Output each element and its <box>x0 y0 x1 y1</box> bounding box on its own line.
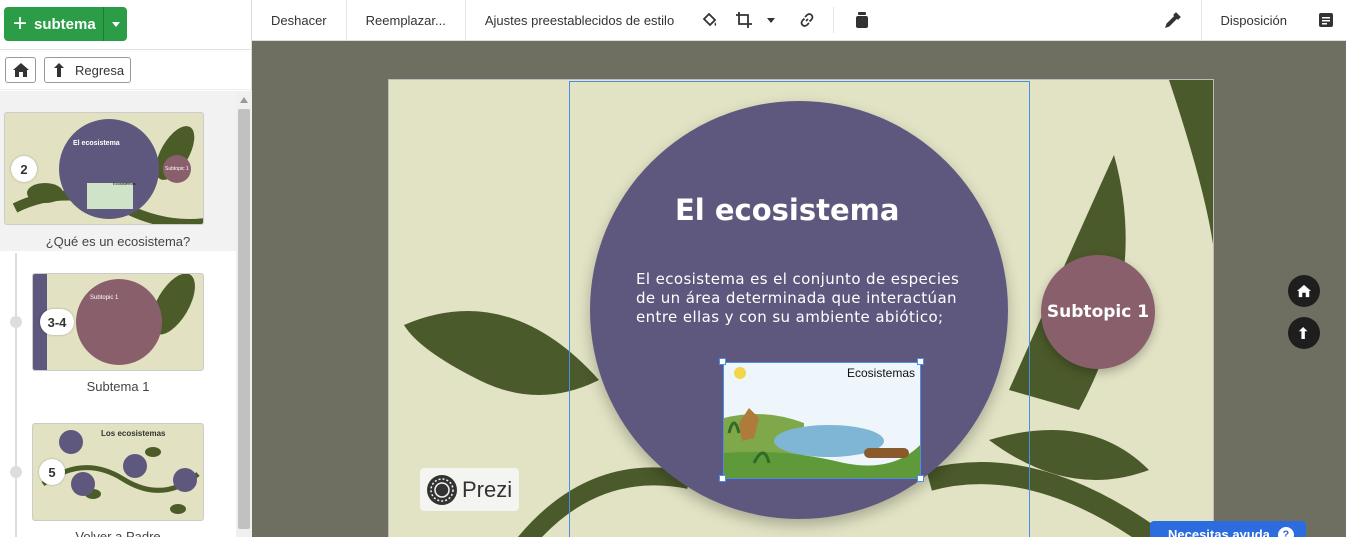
paint-bucket-icon <box>702 12 717 27</box>
tree-line <box>15 253 17 537</box>
resize-handle-sw[interactable] <box>719 475 726 482</box>
ecosystem-illustration <box>724 363 920 478</box>
editor-canvas[interactable]: El ecosistema El ecosistema es el conjun… <box>252 41 1346 537</box>
home-icon <box>1297 284 1311 298</box>
thumbnail-label: Volver a Padre <box>75 529 161 537</box>
thumbnail-scrollbar[interactable] <box>236 91 252 537</box>
chevron-down-icon <box>767 17 776 23</box>
crop-dropdown[interactable] <box>761 0 781 41</box>
canvas-back-button[interactable] <box>1288 317 1320 349</box>
left-panel: + subtema Regresa El ecosistema Subtopic… <box>0 0 252 537</box>
slide-title[interactable]: El ecosistema <box>675 193 899 227</box>
scrollbar-thumb[interactable] <box>238 109 250 529</box>
canvas-home-button[interactable] <box>1288 275 1320 307</box>
resize-handle-ne[interactable] <box>917 358 924 365</box>
replace-button[interactable]: Reemplazar... <box>347 0 465 41</box>
crop-button[interactable] <box>727 0 761 41</box>
back-arrow-icon <box>1298 327 1308 339</box>
layers-button[interactable] <box>834 0 890 41</box>
paint-bucket-button[interactable] <box>693 0 727 41</box>
thumbnail-mini-title: Subtopic 1 <box>90 295 119 301</box>
back-button[interactable]: Regresa <box>44 57 131 83</box>
thumbnail-mini-image-caption: Ecosistemas <box>113 181 136 186</box>
thumbnail-label: Subtema 1 <box>86 379 150 394</box>
resize-handle-nw[interactable] <box>719 358 726 365</box>
plus-icon: + <box>12 10 27 37</box>
add-subtopic-button[interactable]: + subtema <box>4 7 127 41</box>
subtopic-label: Subtopic 1 <box>1046 302 1150 322</box>
thumbnail-number-badge: 5 <box>39 459 65 485</box>
resize-handle-se[interactable] <box>917 475 924 482</box>
notes-button[interactable] <box>1306 0 1346 41</box>
crop-icon <box>736 12 753 28</box>
layers-icon <box>856 12 869 28</box>
link-button[interactable] <box>781 0 833 41</box>
thumbnail-mini-title: Los ecosistemas <box>101 429 166 438</box>
scroll-up-icon[interactable] <box>240 97 248 103</box>
thumbnail-label: ¿Qué es un ecosistema? <box>45 234 191 249</box>
help-button[interactable]: Necesitas ayuda ? <box>1150 521 1306 537</box>
style-presets-button[interactable]: Ajustes preestablecidos de estilo <box>466 0 693 41</box>
undo-button[interactable]: Deshacer <box>252 0 346 41</box>
notes-icon <box>1319 13 1333 27</box>
thumbnail-mini-title: El ecosistema <box>73 140 120 147</box>
slide-thumbnail-list: El ecosistema Subtopic 1 Ecosistemas 2 ¿… <box>0 91 236 537</box>
link-icon <box>800 13 814 27</box>
prezi-logo: Prezi <box>420 468 519 511</box>
thumbnail-number-badge: 3-4 <box>40 309 74 335</box>
back-arrow-icon <box>54 63 64 77</box>
tree-dot <box>10 466 22 478</box>
add-subtopic-label: subtema <box>34 15 96 33</box>
prezi-logo-icon <box>427 474 457 505</box>
navigation-row: Regresa <box>0 50 251 90</box>
back-button-label: Regresa <box>75 62 125 78</box>
subtopic-circle[interactable]: Subtopic 1 <box>1041 255 1155 369</box>
add-topic-bar: + subtema <box>0 0 251 50</box>
slide[interactable]: El ecosistema El ecosistema es el conjun… <box>388 79 1214 537</box>
eyedropper-button[interactable] <box>1145 0 1201 41</box>
slide-body-text[interactable]: El ecosistema es el conjunto de especies… <box>636 270 976 327</box>
home-button[interactable] <box>5 57 36 83</box>
thumbnail-number-badge: 2 <box>11 156 37 182</box>
prezi-logo-text: Prezi <box>462 476 513 502</box>
layout-button[interactable]: Disposición <box>1202 0 1306 41</box>
add-subtopic-dropdown[interactable] <box>103 7 127 41</box>
help-icon: ? <box>1277 527 1294 537</box>
chevron-down-icon <box>111 21 120 27</box>
ecosystem-image[interactable]: Ecosistemas <box>723 362 921 479</box>
thumbnail-mini-subtopic: Subtopic 1 <box>165 166 189 172</box>
eyedropper-icon <box>1164 12 1181 28</box>
tree-dot <box>10 316 22 328</box>
home-icon <box>12 63 29 77</box>
top-toolbar: Deshacer Reemplazar... Ajustes preestabl… <box>252 0 1346 41</box>
image-caption: Ecosistemas <box>846 366 915 380</box>
help-button-label: Necesitas ayuda <box>1168 527 1270 537</box>
